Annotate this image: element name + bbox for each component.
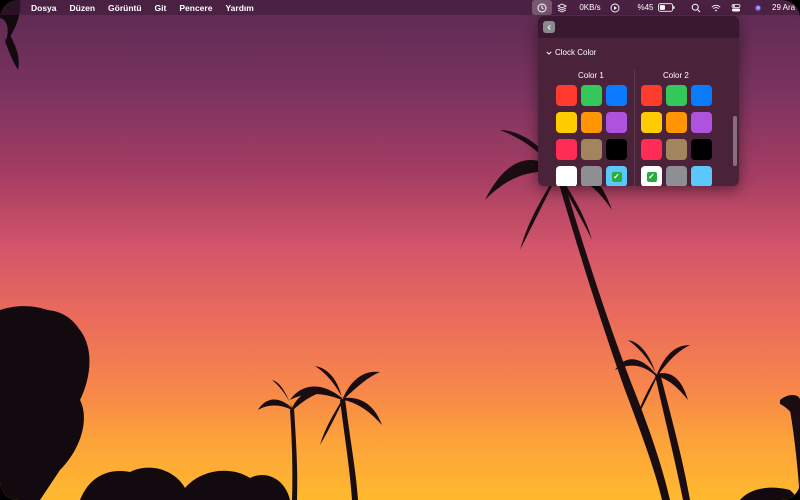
network-speed-label: 0KB/s <box>579 3 601 12</box>
color2-swatch[interactable] <box>666 112 687 133</box>
clock-status-item[interactable] <box>532 0 552 15</box>
wifi-icon <box>711 4 721 11</box>
color2-swatch[interactable] <box>691 139 712 160</box>
color2-swatch[interactable] <box>666 85 687 106</box>
color1-swatch[interactable] <box>556 112 577 133</box>
color2-title: Color 2 <box>663 71 689 80</box>
color1-swatch[interactable] <box>581 85 602 106</box>
back-button[interactable] <box>543 21 555 33</box>
menu-dosya[interactable]: Dosya <box>31 3 57 13</box>
clock-settings-popover: Clock Color Color 1 Color 2 ✓ ✓ <box>538 16 739 186</box>
menu-bar: Dosya Düzen Görüntü Git Pencere Yardım 0… <box>0 0 800 15</box>
color2-swatch[interactable] <box>666 139 687 160</box>
battery-percent: %45 <box>637 3 654 12</box>
play-status-item[interactable] <box>608 0 622 15</box>
color2-swatch[interactable] <box>691 166 712 186</box>
popover-header <box>538 16 739 38</box>
scrollbar[interactable] <box>733 116 737 166</box>
color1-swatch[interactable] <box>581 166 602 186</box>
chevron-down-icon <box>546 51 552 55</box>
search-status-item[interactable] <box>688 0 704 15</box>
color1-swatch[interactable] <box>581 112 602 133</box>
color2-swatch[interactable] <box>691 112 712 133</box>
siri-status-item[interactable] <box>750 0 766 15</box>
color2-swatch[interactable] <box>666 166 687 186</box>
layers-status-item[interactable] <box>554 0 570 15</box>
battery-status-item[interactable]: %45 <box>628 0 684 15</box>
color1-swatch[interactable] <box>606 139 627 160</box>
color2-swatch[interactable] <box>641 112 662 133</box>
clock-color-section-header[interactable]: Clock Color <box>546 48 596 57</box>
date-status-item[interactable]: 29 Ara <box>772 0 800 15</box>
menu-duzen[interactable]: Düzen <box>70 3 96 13</box>
siri-icon <box>754 3 762 12</box>
color2-swatch[interactable] <box>691 85 712 106</box>
menu-git[interactable]: Git <box>155 3 167 13</box>
control-center-status-item[interactable] <box>728 0 744 15</box>
color1-swatch[interactable] <box>556 139 577 160</box>
color1-title: Color 1 <box>578 71 604 80</box>
layers-icon <box>557 2 567 13</box>
color2-swatch[interactable]: ✓ <box>641 166 662 186</box>
color1-swatch[interactable] <box>606 85 627 106</box>
network-speed[interactable]: 0KB/s <box>576 0 604 15</box>
status-items: 0KB/s %45 29 Ara <box>532 0 800 15</box>
back-icon <box>547 24 551 30</box>
play-icon <box>610 3 620 12</box>
menu-yardim[interactable]: Yardım <box>225 3 253 13</box>
battery-icon <box>657 3 675 12</box>
section-title: Clock Color <box>555 48 597 57</box>
color1-swatch[interactable] <box>556 166 577 186</box>
checkmark-icon: ✓ <box>611 171 622 182</box>
date-label: 29 Ara <box>772 3 796 12</box>
color1-swatch[interactable]: ✓ <box>606 166 627 186</box>
column-divider <box>634 70 635 186</box>
color1-swatch[interactable] <box>581 139 602 160</box>
control-center-icon <box>731 3 741 11</box>
checkmark-icon: ✓ <box>646 171 657 182</box>
color1-swatch[interactable] <box>556 85 577 106</box>
wifi-status-item[interactable] <box>708 0 724 15</box>
desktop: Dosya Düzen Görüntü Git Pencere Yardım 0… <box>0 0 800 500</box>
color1-swatch[interactable] <box>606 112 627 133</box>
menu-goruntu[interactable]: Görüntü <box>108 3 142 13</box>
search-icon <box>691 3 701 12</box>
clock-icon <box>537 3 547 12</box>
color2-swatch[interactable] <box>641 85 662 106</box>
color2-swatch[interactable] <box>641 139 662 160</box>
menu-pencere[interactable]: Pencere <box>179 3 212 13</box>
